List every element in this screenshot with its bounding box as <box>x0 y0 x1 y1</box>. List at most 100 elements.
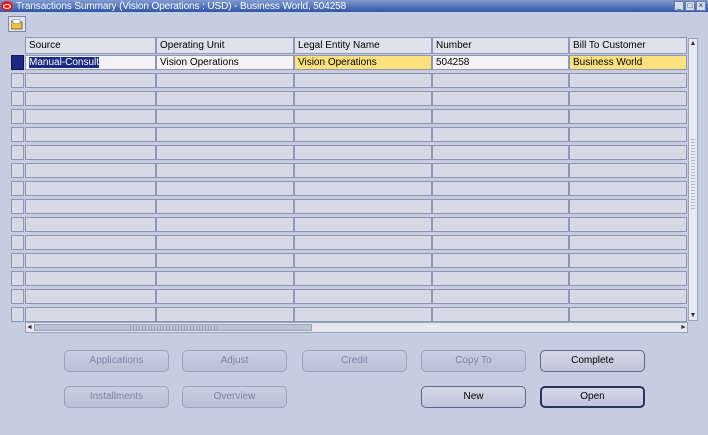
column-header-source[interactable]: Source <box>25 37 156 54</box>
maximize-icon[interactable]: □ <box>685 1 695 11</box>
table-cell[interactable] <box>569 145 687 160</box>
row-indicator[interactable] <box>11 55 24 70</box>
new-button[interactable]: New <box>421 386 526 408</box>
table-cell[interactable] <box>569 289 687 304</box>
row-indicator[interactable] <box>11 109 24 124</box>
table-cell[interactable] <box>569 109 687 124</box>
table-cell[interactable] <box>432 271 569 286</box>
table-cell[interactable] <box>432 199 569 214</box>
table-cell[interactable] <box>25 127 156 142</box>
table-cell[interactable] <box>294 235 432 250</box>
table-cell[interactable] <box>156 271 294 286</box>
table-cell[interactable] <box>569 181 687 196</box>
table-cell[interactable] <box>156 235 294 250</box>
row-indicator[interactable] <box>11 289 24 304</box>
table-cell[interactable]: Vision Operations <box>156 55 294 70</box>
table-cell[interactable] <box>569 91 687 106</box>
table-cell[interactable] <box>569 199 687 214</box>
table-cell[interactable] <box>432 73 569 88</box>
table-cell[interactable] <box>25 253 156 268</box>
table-cell[interactable] <box>156 199 294 214</box>
table-cell[interactable] <box>156 289 294 304</box>
row-indicator[interactable] <box>11 217 24 232</box>
row-indicator[interactable] <box>11 163 24 178</box>
column-header-bill-to-customer[interactable]: Bill To Customer <box>569 37 687 54</box>
row-indicator[interactable] <box>11 199 24 214</box>
table-cell[interactable] <box>25 145 156 160</box>
complete-button[interactable]: Complete <box>540 350 645 372</box>
scroll-up-icon[interactable]: ▲ <box>689 39 697 48</box>
table-cell[interactable] <box>294 271 432 286</box>
table-cell[interactable] <box>432 163 569 178</box>
table-cell[interactable] <box>294 289 432 304</box>
table-cell[interactable] <box>25 199 156 214</box>
table-cell[interactable] <box>156 163 294 178</box>
row-indicator[interactable] <box>11 91 24 106</box>
table-cell[interactable] <box>294 109 432 124</box>
table-cell[interactable] <box>294 163 432 178</box>
folder-button[interactable] <box>8 16 26 32</box>
table-cell[interactable] <box>156 253 294 268</box>
table-cell[interactable] <box>569 163 687 178</box>
table-cell[interactable] <box>432 145 569 160</box>
table-cell[interactable] <box>294 253 432 268</box>
row-indicator[interactable] <box>11 127 24 142</box>
row-indicator[interactable] <box>11 271 24 286</box>
table-cell[interactable] <box>294 307 432 322</box>
table-cell[interactable] <box>294 91 432 106</box>
table-cell[interactable] <box>432 181 569 196</box>
table-cell[interactable] <box>156 91 294 106</box>
scroll-down-icon[interactable]: ▼ <box>689 311 697 320</box>
table-cell[interactable] <box>432 253 569 268</box>
column-header-legal-entity-name[interactable]: Legal Entity Name <box>294 37 432 54</box>
applications-button[interactable]: Applications <box>64 350 169 372</box>
scroll-left-icon[interactable]: ◄ <box>26 323 33 332</box>
table-cell[interactable] <box>294 145 432 160</box>
table-cell[interactable] <box>432 109 569 124</box>
table-cell[interactable] <box>569 127 687 142</box>
scroll-right-icon[interactable]: ► <box>680 323 687 332</box>
close-icon[interactable]: × <box>696 1 706 11</box>
overview-button[interactable]: Overview <box>182 386 287 408</box>
table-cell[interactable] <box>156 127 294 142</box>
table-cell[interactable] <box>25 217 156 232</box>
table-cell[interactable] <box>432 307 569 322</box>
table-cell[interactable] <box>569 307 687 322</box>
installments-button[interactable]: Installments <box>64 386 169 408</box>
copy-to-button[interactable]: Copy To <box>421 350 526 372</box>
table-cell[interactable] <box>432 289 569 304</box>
table-cell[interactable] <box>156 145 294 160</box>
horizontal-scroll-thumb[interactable] <box>34 324 312 331</box>
vertical-scrollbar[interactable]: ▲ ▼ <box>688 38 698 321</box>
table-cell[interactable] <box>25 181 156 196</box>
table-cell[interactable] <box>569 217 687 232</box>
horizontal-scrollbar[interactable]: ◄ ► <box>25 322 688 333</box>
table-cell[interactable] <box>156 307 294 322</box>
table-cell[interactable] <box>432 217 569 232</box>
row-indicator[interactable] <box>11 181 24 196</box>
table-cell[interactable]: Business World <box>569 55 687 70</box>
table-cell[interactable] <box>294 199 432 214</box>
table-cell[interactable] <box>25 163 156 178</box>
table-cell[interactable] <box>156 181 294 196</box>
row-indicator[interactable] <box>11 73 24 88</box>
row-indicator[interactable] <box>11 253 24 268</box>
open-button[interactable]: Open <box>540 386 645 408</box>
row-indicator[interactable] <box>11 235 24 250</box>
table-cell[interactable] <box>156 109 294 124</box>
table-cell[interactable] <box>294 73 432 88</box>
table-cell[interactable] <box>156 73 294 88</box>
column-header-operating-unit[interactable]: Operating Unit <box>156 37 294 54</box>
table-cell[interactable] <box>25 91 156 106</box>
table-cell[interactable]: 504258 <box>432 55 569 70</box>
table-cell[interactable]: Vision Operations <box>294 55 432 70</box>
minimize-icon[interactable]: _ <box>674 1 684 11</box>
table-cell[interactable] <box>569 73 687 88</box>
table-cell[interactable] <box>569 253 687 268</box>
table-cell[interactable] <box>294 217 432 232</box>
table-cell[interactable] <box>294 127 432 142</box>
table-cell[interactable] <box>25 271 156 286</box>
table-cell[interactable] <box>25 307 156 322</box>
credit-button[interactable]: Credit <box>302 350 407 372</box>
table-cell[interactable] <box>569 271 687 286</box>
